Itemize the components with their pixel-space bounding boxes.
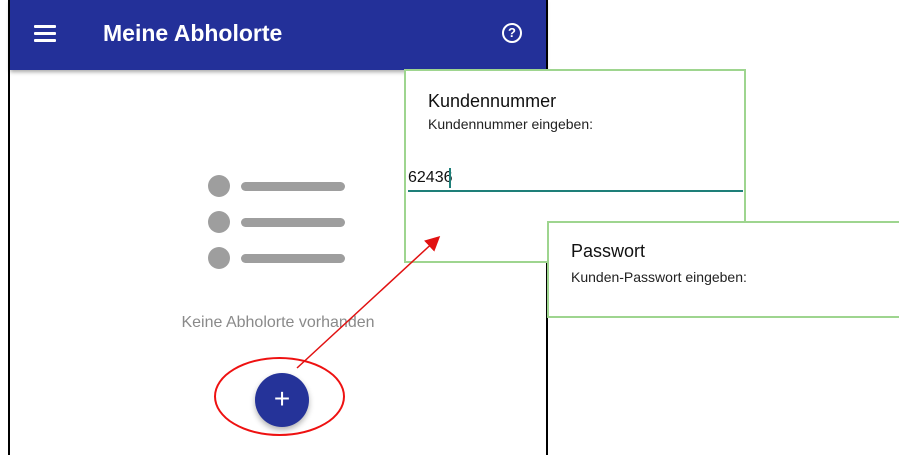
- list-placeholder-icon: [208, 175, 358, 270]
- dialog-title: Kundennummer: [428, 91, 557, 111]
- text-caret: [449, 168, 451, 188]
- help-icon[interactable]: ?: [502, 23, 522, 43]
- customer-number-input[interactable]: [408, 166, 743, 192]
- app-bar: Meine Abholorte ?: [10, 0, 546, 70]
- empty-state-text: Keine Abholorte vorhanden: [181, 314, 375, 331]
- dialog-subtitle: Kunden-Passwort eingeben:: [571, 269, 747, 285]
- password-dialog: Passwort Kunden-Passwort eingeben:: [547, 221, 899, 318]
- page-title: Meine Abholorte: [103, 20, 283, 46]
- add-location-button[interactable]: +: [255, 373, 309, 427]
- dialog-title: Passwort: [571, 241, 646, 261]
- dialog-subtitle: Kundennummer eingeben:: [428, 116, 594, 132]
- hamburger-menu-icon[interactable]: [34, 23, 58, 43]
